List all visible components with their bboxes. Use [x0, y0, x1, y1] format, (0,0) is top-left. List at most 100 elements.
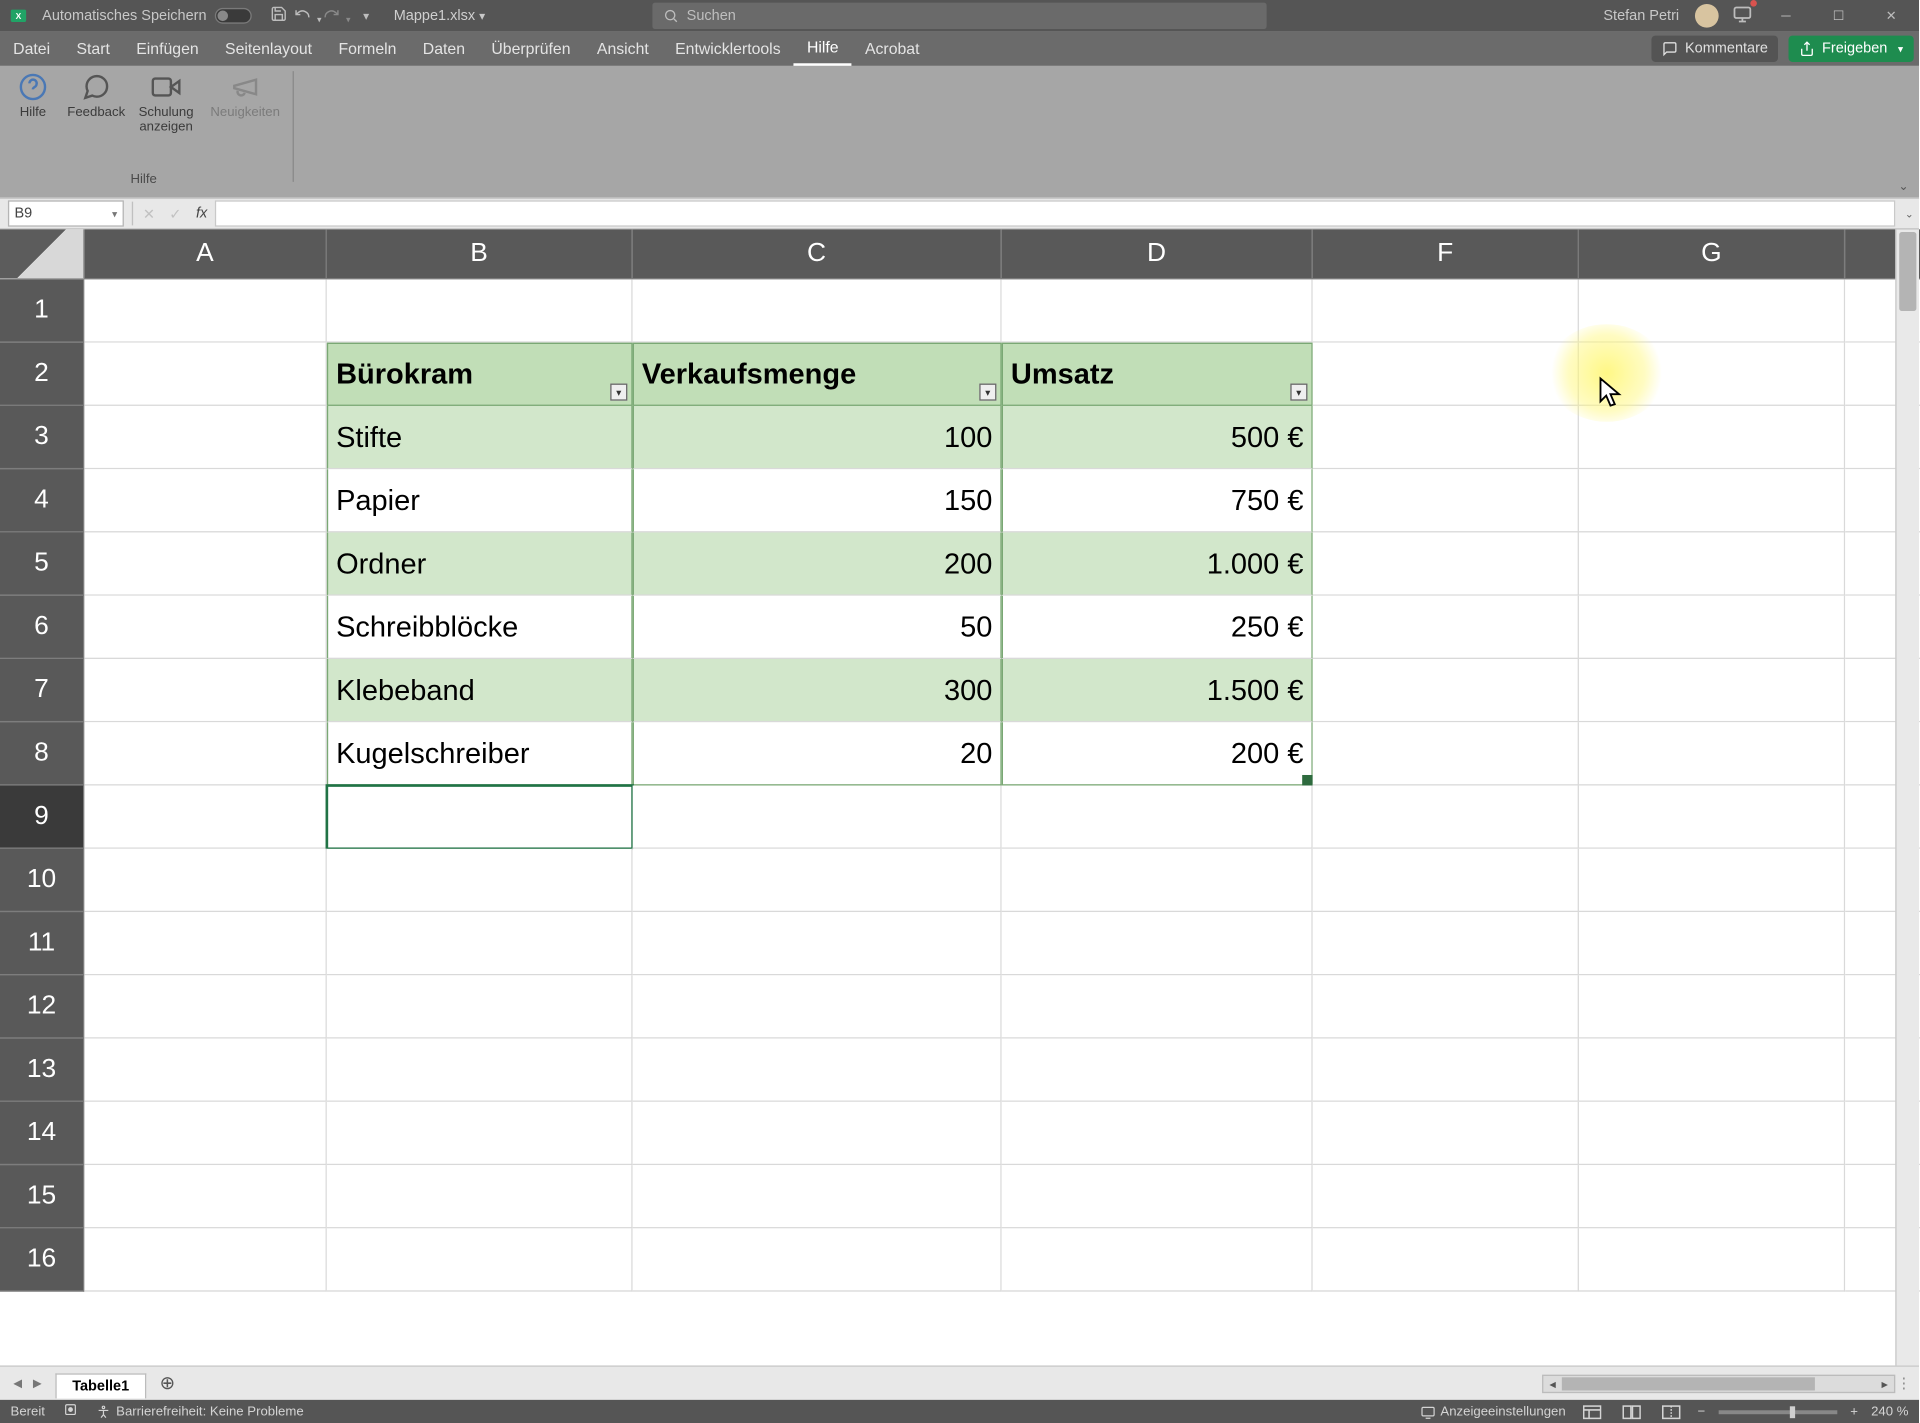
- cell-D15[interactable]: [1002, 1165, 1313, 1228]
- tab-daten[interactable]: Daten: [410, 32, 479, 66]
- cell-B5[interactable]: Ordner: [327, 532, 633, 595]
- row-header-7[interactable]: 7: [0, 659, 84, 722]
- tab-acrobat[interactable]: Acrobat: [852, 32, 933, 66]
- cell-F2[interactable]: [1313, 343, 1579, 406]
- cell-B2[interactable]: Bürokram▾: [327, 343, 633, 406]
- cell-F3[interactable]: [1313, 406, 1579, 469]
- cell-F16[interactable]: [1313, 1228, 1579, 1291]
- cell-B15[interactable]: [327, 1165, 633, 1228]
- cell-A5[interactable]: [84, 532, 327, 595]
- row-header-14[interactable]: 14: [0, 1102, 84, 1165]
- cell-G5[interactable]: [1579, 532, 1845, 595]
- ribbon-schulung-button[interactable]: Schulung anzeigen: [132, 71, 201, 134]
- column-header-F[interactable]: F: [1313, 229, 1579, 279]
- present-icon[interactable]: [1732, 3, 1753, 28]
- cell-F7[interactable]: [1313, 659, 1579, 722]
- cell-A1[interactable]: [84, 279, 327, 342]
- cell-C6[interactable]: 50: [633, 596, 1002, 659]
- cell-C15[interactable]: [633, 1165, 1002, 1228]
- cell-G9[interactable]: [1579, 786, 1845, 849]
- cell-F15[interactable]: [1313, 1165, 1579, 1228]
- cell-D8[interactable]: 200 €: [1002, 722, 1313, 785]
- sheet-nav-prev-icon[interactable]: ◄: [11, 1375, 25, 1391]
- tab-seitenlayout[interactable]: Seitenlayout: [212, 32, 325, 66]
- cell-C7[interactable]: 300: [633, 659, 1002, 722]
- cell-C10[interactable]: [633, 849, 1002, 912]
- row-header-15[interactable]: 15: [0, 1165, 84, 1228]
- cell-G12[interactable]: [1579, 975, 1845, 1038]
- cell-A14[interactable]: [84, 1102, 327, 1165]
- accessibility-status[interactable]: Barrierefreiheit: Keine Probleme: [96, 1404, 303, 1418]
- cell-B4[interactable]: Papier: [327, 469, 633, 532]
- view-pagebreak-icon[interactable]: [1658, 1402, 1684, 1420]
- cell-D10[interactable]: [1002, 849, 1313, 912]
- cell-F1[interactable]: [1313, 279, 1579, 342]
- cell-D12[interactable]: [1002, 975, 1313, 1038]
- cell-A9[interactable]: [84, 786, 327, 849]
- cell-C14[interactable]: [633, 1102, 1002, 1165]
- row-header-8[interactable]: 8: [0, 722, 84, 785]
- filter-dropdown-icon[interactable]: ▾: [610, 384, 627, 401]
- cell-G10[interactable]: [1579, 849, 1845, 912]
- user-avatar[interactable]: [1695, 4, 1719, 28]
- hscroll-left-icon[interactable]: ◄: [1543, 1376, 1561, 1392]
- view-normal-icon[interactable]: [1579, 1402, 1605, 1420]
- column-header-G[interactable]: G: [1579, 229, 1845, 279]
- view-pagelayout-icon[interactable]: [1618, 1402, 1644, 1420]
- column-header-B[interactable]: B: [327, 229, 633, 279]
- minimize-button[interactable]: ─: [1766, 9, 1806, 23]
- cell-C11[interactable]: [633, 912, 1002, 975]
- qat-customize-icon[interactable]: ▾: [352, 9, 381, 23]
- cell-G1[interactable]: [1579, 279, 1845, 342]
- cell-A15[interactable]: [84, 1165, 327, 1228]
- display-settings[interactable]: Anzeigeeinstellungen: [1421, 1404, 1566, 1418]
- cell-B10[interactable]: [327, 849, 633, 912]
- cell-F14[interactable]: [1313, 1102, 1579, 1165]
- maximize-button[interactable]: ☐: [1819, 9, 1859, 23]
- cell-D11[interactable]: [1002, 912, 1313, 975]
- column-header-A[interactable]: A: [84, 229, 327, 279]
- cell-B3[interactable]: Stifte: [327, 406, 633, 469]
- select-all-corner[interactable]: [0, 229, 84, 279]
- cell-B11[interactable]: [327, 912, 633, 975]
- cell-D13[interactable]: [1002, 1039, 1313, 1102]
- row-header-1[interactable]: 1: [0, 279, 84, 342]
- add-sheet-button[interactable]: ⊕: [154, 1372, 180, 1394]
- hscroll-right-icon[interactable]: ►: [1876, 1376, 1894, 1392]
- row-header-9[interactable]: 9: [0, 786, 84, 849]
- cell-G3[interactable]: [1579, 406, 1845, 469]
- cell-D2[interactable]: Umsatz▾: [1002, 343, 1313, 406]
- cell-A3[interactable]: [84, 406, 327, 469]
- tab-entwicklertools[interactable]: Entwicklertools: [662, 32, 794, 66]
- cell-D5[interactable]: 1.000 €: [1002, 532, 1313, 595]
- cell-C4[interactable]: 150: [633, 469, 1002, 532]
- cell-B9[interactable]: [327, 786, 633, 849]
- cell-C9[interactable]: [633, 786, 1002, 849]
- cell-G4[interactable]: [1579, 469, 1845, 532]
- cell-B6[interactable]: Schreibblöcke: [327, 596, 633, 659]
- share-button[interactable]: Freigeben ▾: [1789, 36, 1914, 62]
- cell-A7[interactable]: [84, 659, 327, 722]
- cell-A16[interactable]: [84, 1228, 327, 1291]
- save-icon[interactable]: [265, 5, 294, 26]
- cell-D9[interactable]: [1002, 786, 1313, 849]
- cell-A6[interactable]: [84, 596, 327, 659]
- column-header-D[interactable]: D: [1002, 229, 1313, 279]
- user-name[interactable]: Stefan Petri: [1603, 8, 1679, 24]
- tab-ueberpruefen[interactable]: Überprüfen: [478, 32, 584, 66]
- cell-B8[interactable]: Kugelschreiber: [327, 722, 633, 785]
- formula-bar-expand-icon[interactable]: ⌄: [1905, 208, 1914, 220]
- zoom-level[interactable]: 240 %: [1871, 1404, 1908, 1418]
- row-header-11[interactable]: 11: [0, 912, 84, 975]
- cell-D6[interactable]: 250 €: [1002, 596, 1313, 659]
- cell-D4[interactable]: 750 €: [1002, 469, 1313, 532]
- cell-F13[interactable]: [1313, 1039, 1579, 1102]
- cell-C2[interactable]: Verkaufsmenge▾: [633, 343, 1002, 406]
- tab-formeln[interactable]: Formeln: [325, 32, 409, 66]
- cell-A10[interactable]: [84, 849, 327, 912]
- cell-C1[interactable]: [633, 279, 1002, 342]
- cell-F5[interactable]: [1313, 532, 1579, 595]
- cell-A4[interactable]: [84, 469, 327, 532]
- cell-G13[interactable]: [1579, 1039, 1845, 1102]
- zoom-out-button[interactable]: −: [1698, 1404, 1706, 1418]
